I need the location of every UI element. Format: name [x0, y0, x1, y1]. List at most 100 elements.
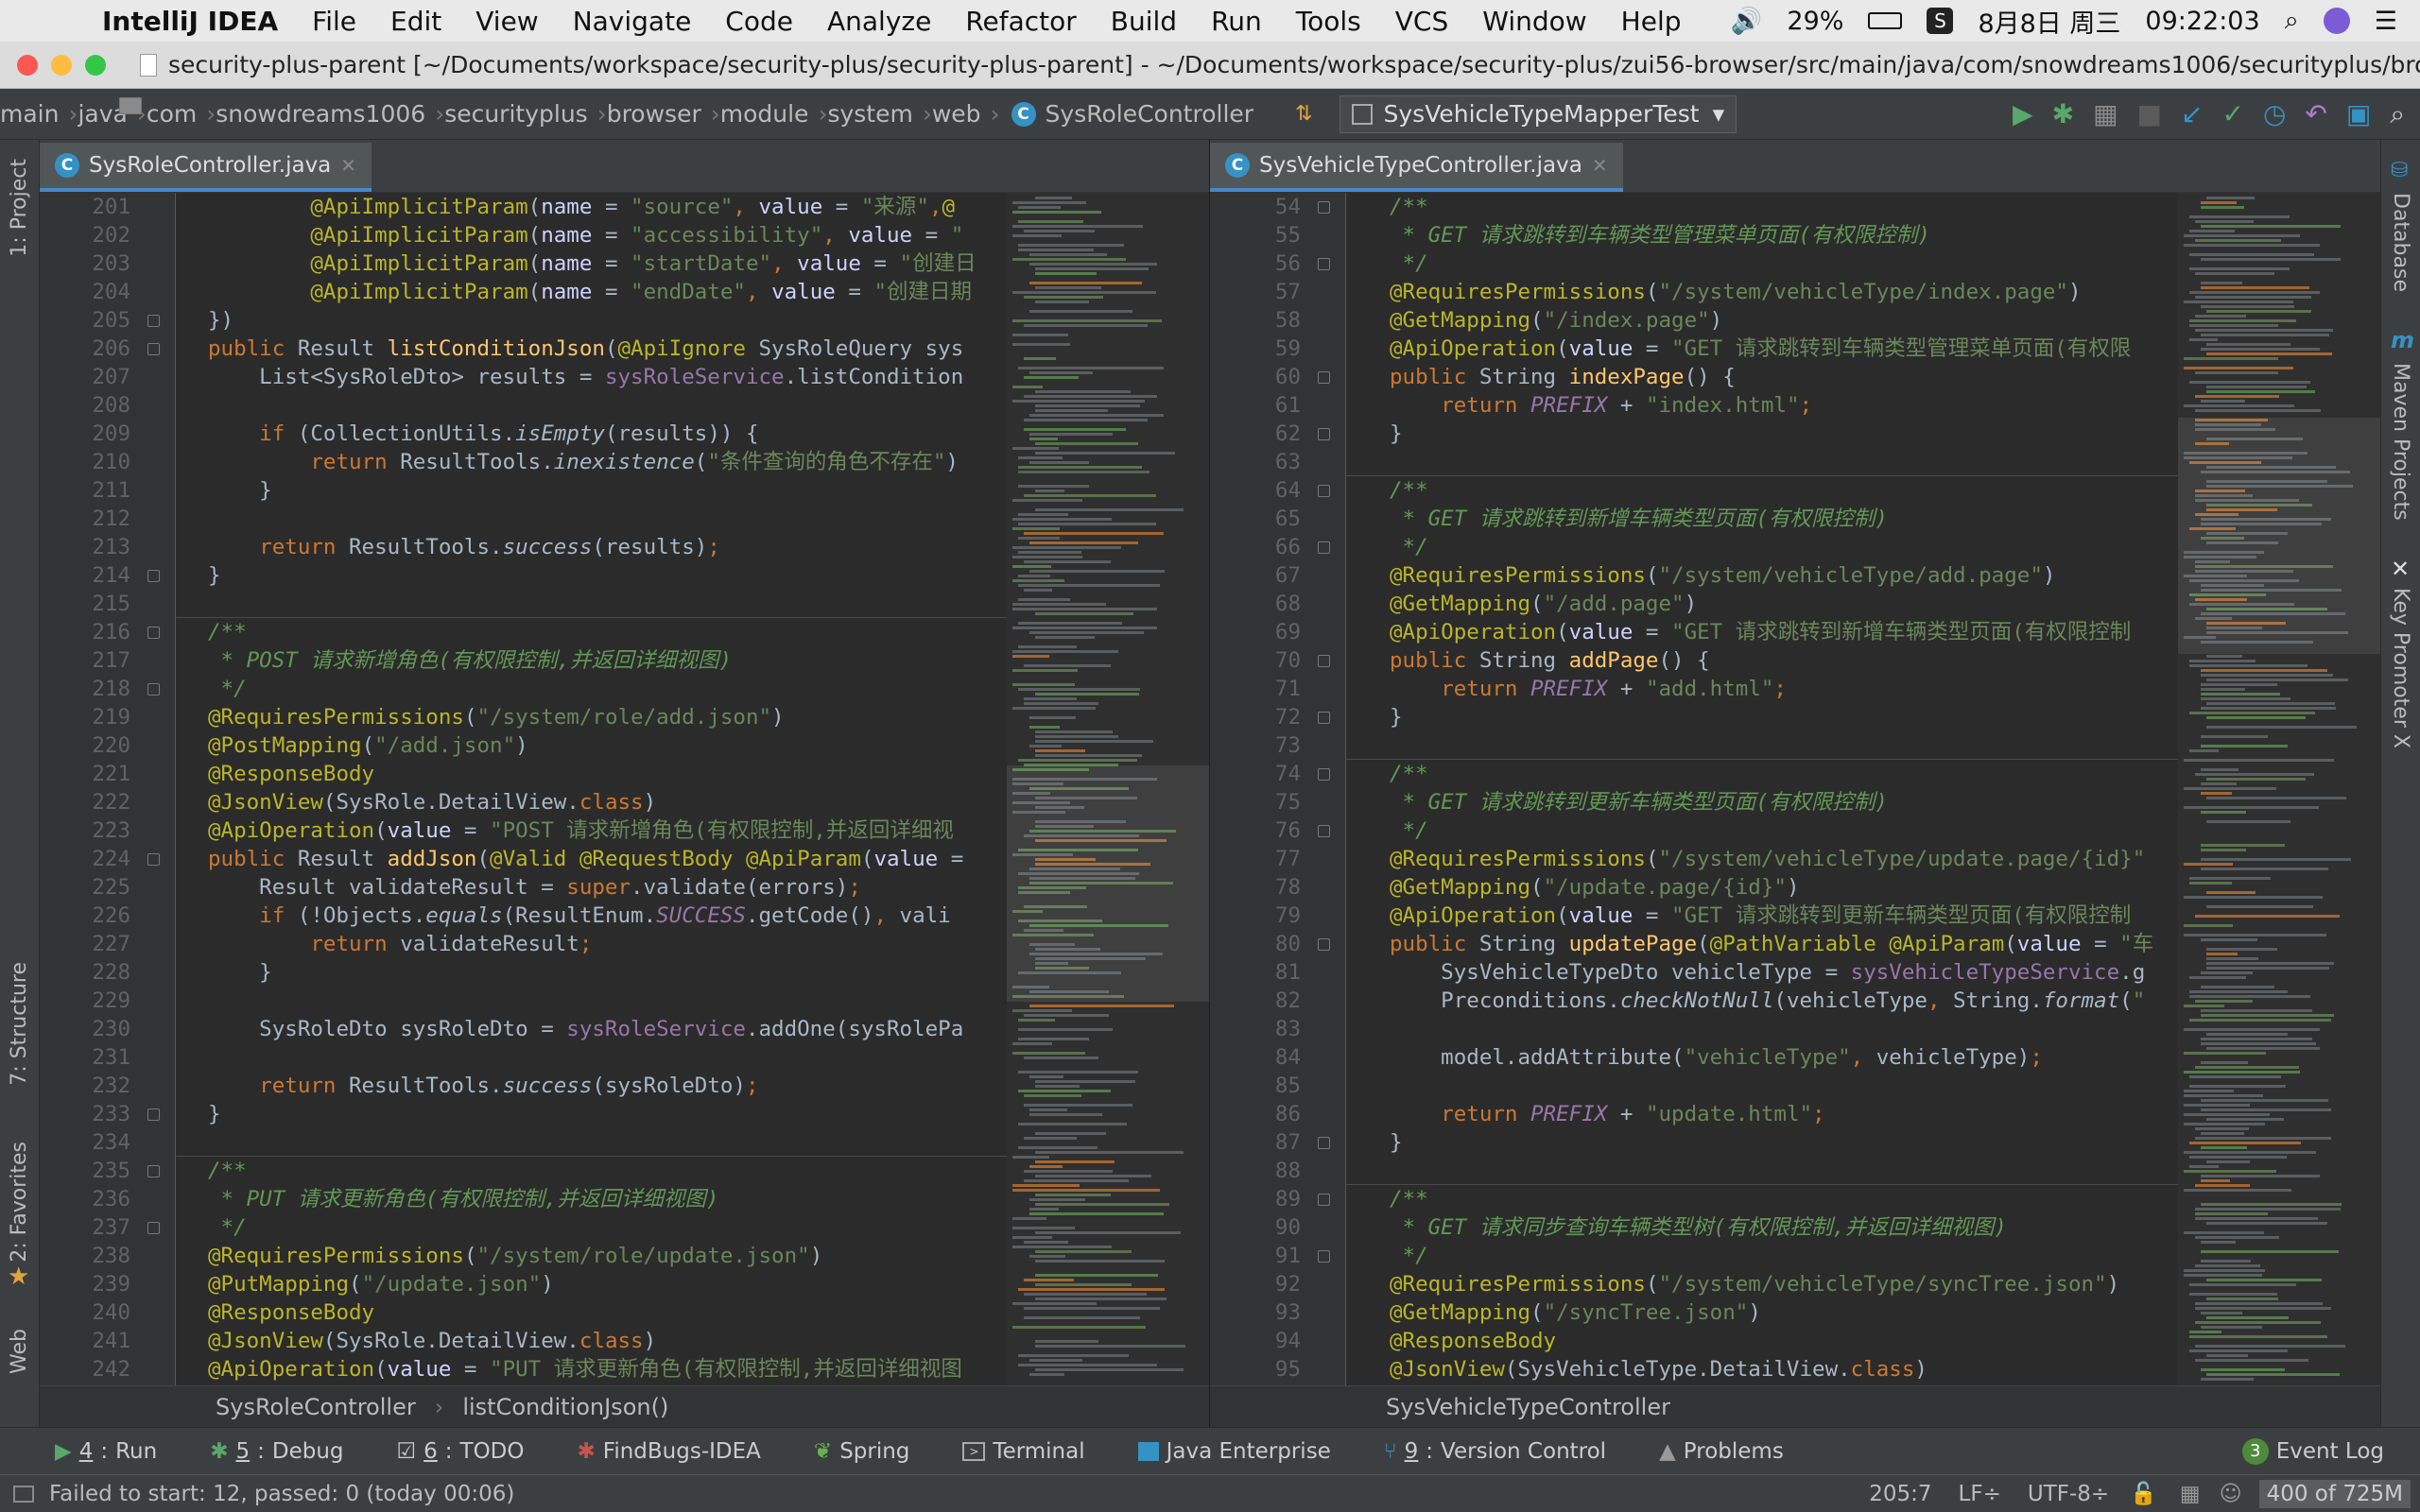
menu-run[interactable]: Run: [1194, 6, 1279, 37]
fold-marker-icon[interactable]: [1318, 258, 1330, 270]
zoom-window-button[interactable]: [85, 54, 106, 76]
lock-icon[interactable]: 🔓: [2130, 1481, 2157, 1506]
fold-marker-icon[interactable]: [147, 683, 160, 696]
code-minimap[interactable]: [1007, 193, 1209, 1385]
terminal-tool-button[interactable]: > Terminal: [962, 1439, 1085, 1464]
menu-navigate[interactable]: Navigate: [556, 6, 709, 37]
project-tool-button[interactable]: 1: Project: [8, 159, 31, 257]
menu-help[interactable]: Help: [1604, 6, 1699, 37]
fold-marker-icon[interactable]: [147, 343, 160, 355]
sort-icon[interactable]: ⇅: [1295, 102, 1312, 126]
menu-file[interactable]: File: [295, 6, 373, 37]
fold-marker-icon[interactable]: [1318, 541, 1330, 554]
breadcrumb-securityplus[interactable]: securityplus ›: [119, 97, 607, 128]
caret-position[interactable]: 205:7: [1869, 1482, 1931, 1506]
fold-marker-icon[interactable]: [147, 627, 160, 639]
coverage-icon[interactable]: ▦: [2093, 98, 2118, 129]
spring-tool-button[interactable]: ❦ Spring: [814, 1439, 910, 1464]
memory-indicator[interactable]: 400 of 725M: [2258, 1479, 2411, 1508]
fold-marker-icon[interactable]: [1318, 938, 1330, 951]
fold-marker-icon[interactable]: [147, 1165, 160, 1177]
line-separator-selector[interactable]: LF÷: [1959, 1482, 2001, 1506]
breadcrumb-com[interactable]: com ›: [119, 97, 216, 128]
menu-edit[interactable]: Edit: [373, 6, 458, 37]
close-tab-icon[interactable]: ✕: [1592, 154, 1608, 177]
breadcrumb-method[interactable]: listConditionJson(): [462, 1394, 668, 1420]
fold-marker-icon[interactable]: [1318, 768, 1330, 781]
run-tool-button[interactable]: ▶ 4: Run: [55, 1439, 157, 1464]
structure-tool-button[interactable]: 7: Structure: [8, 962, 31, 1086]
close-window-button[interactable]: [17, 54, 38, 76]
web-tool-button[interactable]: Web: [8, 1329, 31, 1374]
encoding-selector[interactable]: UTF-8÷: [2028, 1482, 2109, 1506]
java-enterprise-tool-button[interactable]: Java Enterprise: [1137, 1439, 1331, 1464]
stop-icon[interactable]: ■: [2137, 98, 2162, 129]
vcs-update-icon[interactable]: ↙: [2181, 98, 2203, 129]
debug-icon[interactable]: ✱: [2052, 98, 2074, 129]
panel-toggle-icon[interactable]: [13, 1485, 34, 1503]
fold-marker-icon[interactable]: [1318, 1137, 1330, 1149]
notification-center-icon[interactable]: ☰: [2375, 7, 2397, 36]
fold-marker-icon[interactable]: [1318, 201, 1330, 214]
event-log-tool-button[interactable]: 3 Event Log: [2241, 1437, 2384, 1465]
menu-view[interactable]: View: [458, 6, 555, 37]
version-control-tool-button[interactable]: ⑂ 9: Version Control: [1384, 1439, 1606, 1464]
siri-icon[interactable]: [2323, 8, 2350, 34]
tab-sysvehicletypecontroller[interactable]: C SysVehicleTypeController.java ✕: [1210, 143, 1623, 192]
menu-refactor[interactable]: Refactor: [948, 6, 1093, 37]
breadcrumb-snowdreams1006[interactable]: snowdreams1006 ›: [119, 97, 444, 128]
breadcrumb-class[interactable]: SysRoleController: [216, 1394, 416, 1420]
fold-marker-icon[interactable]: [1318, 655, 1330, 667]
breadcrumb-main[interactable]: main ›: [0, 100, 78, 128]
minimize-window-button[interactable]: [51, 54, 72, 76]
database-tool-button[interactable]: Database: [2389, 193, 2412, 292]
input-source-icon[interactable]: S: [1927, 8, 1954, 34]
fold-marker-icon[interactable]: [1318, 371, 1330, 384]
volume-icon[interactable]: 🔊: [1731, 6, 1763, 36]
debug-tool-button[interactable]: ✱ 5: Debug: [210, 1439, 343, 1464]
vcs-revert-icon[interactable]: ↶: [2305, 98, 2326, 129]
breadcrumb-web[interactable]: web ›: [119, 97, 1000, 128]
minimap-viewport[interactable]: [2178, 418, 2380, 654]
code-area[interactable]: 54 /** 55 * GET 请求跳转到车辆类型管理菜单页面(有权限控制) 56 *…: [1210, 193, 2380, 1385]
fold-marker-icon[interactable]: [1318, 485, 1330, 497]
close-tab-icon[interactable]: ✕: [340, 154, 356, 177]
fold-marker-icon[interactable]: [147, 853, 160, 866]
breadcrumb-system[interactable]: system ›: [119, 97, 932, 128]
menu-vcs[interactable]: VCS: [1378, 6, 1465, 37]
fold-marker-icon[interactable]: [1318, 1250, 1330, 1263]
run-configuration-selector[interactable]: SysVehicleTypeMapperTest ▾: [1339, 94, 1737, 133]
fold-marker-icon[interactable]: [147, 1108, 160, 1121]
tab-sysrolecontroller[interactable]: C SysRoleController.java ✕: [40, 143, 372, 192]
breadcrumb-current-class[interactable]: C SysRoleController: [1011, 100, 1253, 128]
favorites-tool-button[interactable]: 2: Favorites: [8, 1142, 31, 1263]
vcs-history-icon[interactable]: ◷: [2263, 98, 2286, 129]
fold-marker-icon[interactable]: [147, 570, 160, 582]
code-minimap[interactable]: [2178, 193, 2380, 1385]
hector-icon[interactable]: ☺: [2220, 1482, 2242, 1506]
fold-marker-icon[interactable]: [1318, 825, 1330, 837]
fold-marker-icon[interactable]: [1318, 1194, 1330, 1206]
problems-tool-button[interactable]: ▲ Problems: [1659, 1439, 1784, 1464]
fold-marker-icon[interactable]: [147, 315, 160, 327]
menu-tools[interactable]: Tools: [1279, 6, 1378, 37]
spotlight-search-icon[interactable]: ⌕: [2285, 6, 2299, 36]
findbugs-tool-button[interactable]: ✱ FindBugs-IDEA: [578, 1439, 761, 1464]
menu-build[interactable]: Build: [1094, 6, 1194, 37]
todo-tool-button[interactable]: ☑ 6: TODO: [397, 1439, 525, 1464]
search-everywhere-icon[interactable]: ⌕: [2390, 98, 2405, 130]
breadcrumb-module[interactable]: module ›: [119, 97, 827, 128]
fold-marker-icon[interactable]: [1318, 712, 1330, 724]
fold-marker-icon[interactable]: [147, 1222, 160, 1234]
menu-window[interactable]: Window: [1465, 6, 1603, 37]
maven-projects-tool-button[interactable]: Maven Projects: [2389, 363, 2412, 521]
fold-marker-icon[interactable]: [1318, 428, 1330, 440]
app-menu[interactable]: IntelliJ IDEA: [85, 6, 295, 37]
run-icon[interactable]: ▶: [2013, 98, 2033, 129]
project-structure-icon[interactable]: ▣: [2346, 98, 2371, 129]
code-area[interactable]: 201 @ApiImplicitParam(name = "source", v…: [40, 193, 1209, 1385]
menu-code[interactable]: Code: [708, 6, 810, 37]
key-promoter-tool-button[interactable]: Key Promoter X: [2389, 588, 2412, 748]
minimap-viewport[interactable]: [1007, 765, 1209, 1002]
breadcrumb-browser[interactable]: browser ›: [119, 97, 720, 128]
